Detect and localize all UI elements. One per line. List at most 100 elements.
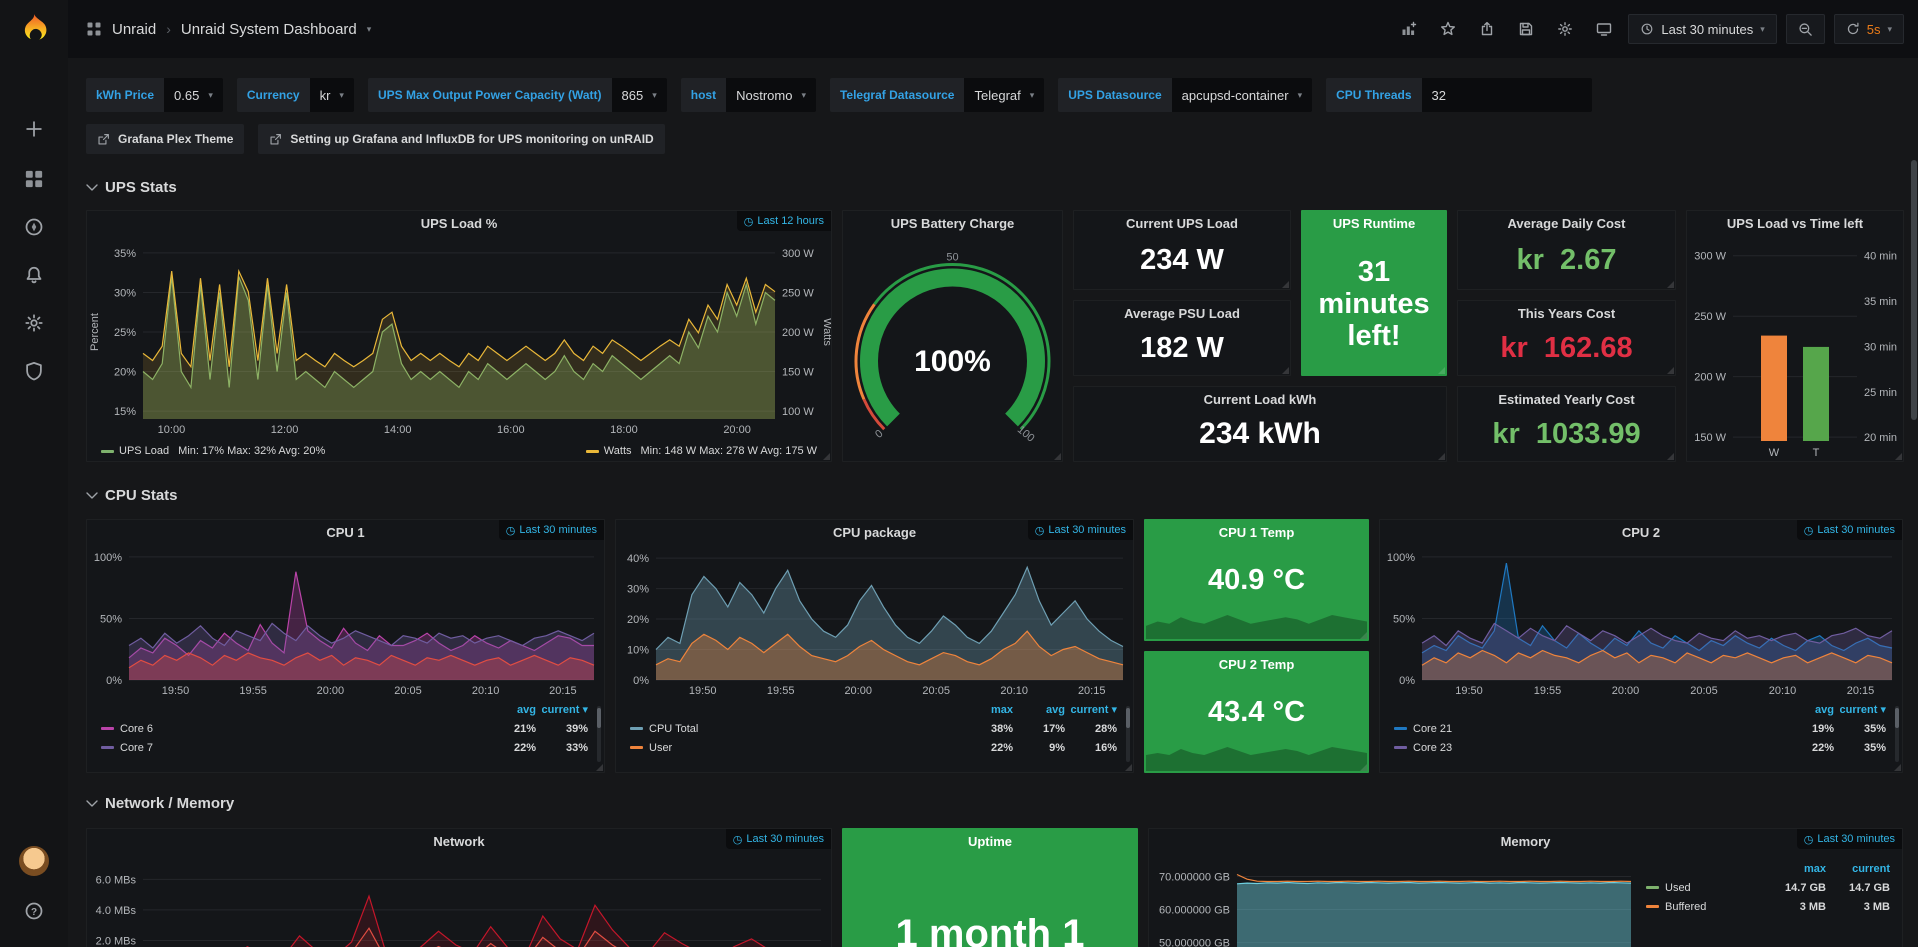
legend-sort-avg[interactable]: avg xyxy=(484,704,536,716)
time-range-picker[interactable]: Last 30 minutes ▾ xyxy=(1628,14,1776,44)
svg-text:30%: 30% xyxy=(114,287,136,299)
variable-value-dropdown[interactable]: Telegraf▾ xyxy=(964,78,1044,112)
zoom-out-button[interactable] xyxy=(1786,14,1825,44)
cpu2-chart[interactable]: 0%50%100%19:5019:5520:0020:0520:1020:15 xyxy=(1380,546,1902,698)
user-avatar[interactable] xyxy=(17,844,51,878)
series-color-dash xyxy=(586,450,599,453)
battery-gauge[interactable]: 050100100% xyxy=(843,237,1062,457)
row-header-network-memory[interactable]: Network / Memory xyxy=(86,792,234,814)
legend-scrollbar[interactable] xyxy=(1895,706,1899,762)
cpu-package-chart[interactable]: 0%10%20%30%40%19:5019:5520:0020:0520:102… xyxy=(616,546,1133,698)
save-button[interactable] xyxy=(1511,14,1541,44)
legend-sort-current[interactable]: current ▾ xyxy=(536,703,588,716)
panel-cpu-package: CPU package ◷Last 30 minutes 0%10%20%30%… xyxy=(615,519,1134,773)
panel-title[interactable]: Current Load kWh xyxy=(1074,387,1446,413)
sidebar-item-alerting[interactable] xyxy=(17,258,51,292)
panel-title[interactable]: Memory xyxy=(1149,829,1902,855)
ups-load-chart[interactable]: 15%20%25%30%35%100 W150 W200 W250 W300 W… xyxy=(87,237,831,437)
svg-text:50%: 50% xyxy=(1393,613,1415,625)
star-button[interactable] xyxy=(1433,14,1463,44)
settings-button[interactable] xyxy=(1550,14,1580,44)
legend-item[interactable]: WattsMin: 148 W Max: 278 W Avg: 175 W xyxy=(586,445,817,457)
sidebar-item-help[interactable]: ? xyxy=(17,894,51,928)
dashboard-link[interactable]: Grafana Plex Theme xyxy=(86,124,244,154)
sidebar-item-server-admin[interactable] xyxy=(17,354,51,388)
ups-load-time-bar-chart[interactable]: 150 W200 W250 W300 W20 min25 min30 min35… xyxy=(1687,237,1903,461)
panel-title[interactable]: Estimated Yearly Cost xyxy=(1458,387,1675,413)
row-header-cpu-stats[interactable]: CPU Stats xyxy=(86,484,178,506)
share-button[interactable] xyxy=(1472,14,1502,44)
dashboard-title[interactable]: Unraid System Dashboard xyxy=(181,21,357,38)
series-name[interactable]: User xyxy=(649,742,672,754)
caret-down-icon: ▾ xyxy=(1030,91,1035,100)
panel-title[interactable]: CPU 2 Temp xyxy=(1145,652,1368,678)
memory-chart[interactable]: 50.000000 GB60.000000 GB70.000000 GB xyxy=(1149,855,1635,947)
series-name[interactable]: CPU Total xyxy=(649,723,698,735)
panel-title[interactable]: UPS Battery Charge xyxy=(843,211,1062,237)
caret-down-icon[interactable]: ▾ xyxy=(367,25,372,34)
panel-title[interactable]: Average Daily Cost xyxy=(1458,211,1675,237)
breadcrumb-app[interactable]: Unraid xyxy=(112,21,156,38)
time-range-tag: ◷Last 30 minutes xyxy=(726,829,831,849)
sidebar-item-configuration[interactable] xyxy=(17,306,51,340)
time-range-tag: ◷Last 30 minutes xyxy=(1797,520,1902,540)
svg-text:20%: 20% xyxy=(627,614,649,626)
variable-ups-max-output: UPS Max Output Power Capacity (Watt) 865… xyxy=(368,78,667,112)
scrollbar-thumb[interactable] xyxy=(1911,160,1917,420)
refresh-icon[interactable] xyxy=(1846,22,1860,36)
panel-ups-load-vs-time-left: UPS Load vs Time left 150 W200 W250 W300… xyxy=(1686,210,1904,462)
variable-value-dropdown[interactable]: kr▾ xyxy=(310,78,354,112)
panel-title[interactable]: UPS Load vs Time left xyxy=(1687,211,1903,237)
legend-sort-current[interactable]: current ▾ xyxy=(1065,703,1117,716)
variable-value-dropdown[interactable]: apcupsd-container▾ xyxy=(1172,78,1313,112)
legend-sort-avg[interactable]: avg xyxy=(1013,704,1065,716)
panel-title[interactable]: Network xyxy=(87,829,831,855)
grafana-logo[interactable] xyxy=(17,12,51,46)
row-header-ups-stats[interactable]: UPS Stats xyxy=(86,176,177,198)
sidebar-item-create[interactable] xyxy=(17,112,51,146)
svg-text:40 min: 40 min xyxy=(1864,251,1897,263)
network-chart[interactable]: 2.0 MBs4.0 MBs6.0 MBs xyxy=(87,855,831,947)
svg-text:Watts: Watts xyxy=(821,318,831,346)
svg-text:20:10: 20:10 xyxy=(472,685,500,697)
legend-sort-current[interactable]: current xyxy=(1826,863,1890,875)
dashboard-link[interactable]: Setting up Grafana and InfluxDB for UPS … xyxy=(258,124,664,154)
panel-title[interactable]: UPS Load % xyxy=(87,211,831,237)
series-name[interactable]: Core 7 xyxy=(120,742,153,754)
add-panel-button[interactable] xyxy=(1394,14,1424,44)
legend-sort-max[interactable]: max xyxy=(961,704,1013,716)
series-name[interactable]: Used xyxy=(1665,882,1691,894)
sidebar-item-dashboards[interactable] xyxy=(17,162,51,196)
panel-title[interactable]: This Years Cost xyxy=(1458,301,1675,327)
cpu1-chart[interactable]: 0%50%100%19:5019:5520:0020:0520:1020:15 xyxy=(87,546,604,698)
panel-memory: Memory ◷Last 30 minutes 50.000000 GB60.0… xyxy=(1148,828,1903,947)
legend-sort-max[interactable]: max xyxy=(1762,863,1826,875)
variable-text-input[interactable]: 32 xyxy=(1422,78,1592,112)
legend-scrollbar[interactable] xyxy=(1126,706,1130,762)
series-name[interactable]: Core 21 xyxy=(1413,723,1452,735)
series-name[interactable]: Buffered xyxy=(1665,901,1706,913)
panel-title[interactable]: Average PSU Load xyxy=(1074,301,1290,327)
series-name[interactable]: Core 6 xyxy=(120,723,153,735)
panel-title[interactable]: Current UPS Load xyxy=(1074,211,1290,237)
external-link-icon xyxy=(97,133,110,146)
legend-sort-current[interactable]: current ▾ xyxy=(1834,703,1886,716)
refresh-picker[interactable]: 5s ▾ xyxy=(1834,14,1904,44)
legend-item[interactable]: UPS LoadMin: 17% Max: 32% Avg: 20% xyxy=(101,445,325,457)
series-color-dash xyxy=(101,746,114,749)
panel-current-ups-load: Current UPS Load 234 W xyxy=(1073,210,1291,290)
legend-sort-avg[interactable]: avg xyxy=(1782,704,1834,716)
variable-value-dropdown[interactable]: 0.65▾ xyxy=(164,78,223,112)
panel-title[interactable]: CPU 1 Temp xyxy=(1145,520,1368,546)
stat-value: 234 kWh xyxy=(1074,407,1446,461)
variable-value-dropdown[interactable]: Nostromo▾ xyxy=(726,78,816,112)
variable-value-dropdown[interactable]: 865▾ xyxy=(612,78,667,112)
cycle-view-tv-button[interactable] xyxy=(1589,14,1619,44)
variable-label: UPS Max Output Power Capacity (Watt) xyxy=(368,78,612,112)
sidebar-item-explore[interactable] xyxy=(17,210,51,244)
series-name[interactable]: Core 23 xyxy=(1413,742,1452,754)
legend-scrollbar[interactable] xyxy=(597,706,601,762)
svg-text:0%: 0% xyxy=(1399,675,1415,687)
panel-title[interactable]: UPS Runtime xyxy=(1302,211,1446,237)
panel-title[interactable]: Uptime xyxy=(843,829,1137,855)
